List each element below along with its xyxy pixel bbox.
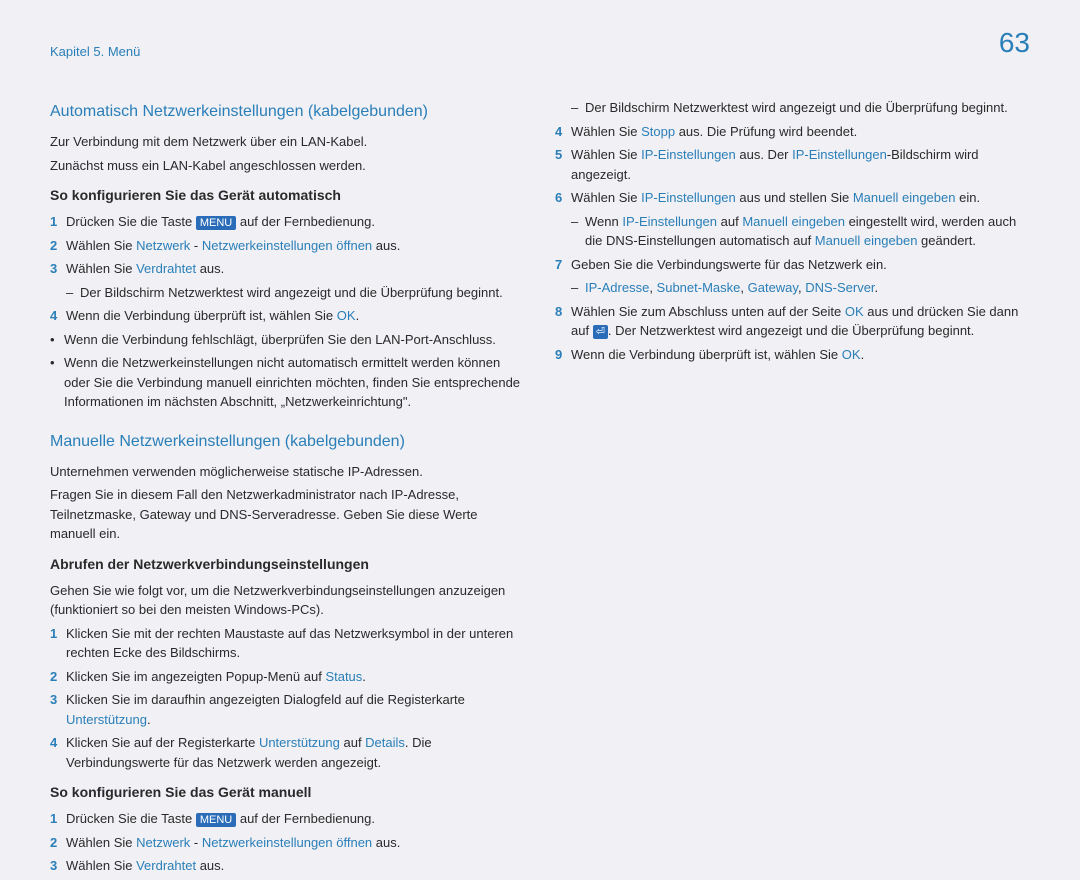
right-column: – Der Bildschirm Netzwerktest wird angez… — [555, 98, 1030, 880]
step-text: Klicken Sie auf der Registerkarte Unters… — [66, 733, 525, 772]
step-number: 2 — [50, 833, 66, 853]
step-number: 9 — [555, 345, 571, 365]
list-item: 2 Klicken Sie im angezeigten Popup-Menü … — [50, 667, 525, 687]
list-item: 3 Wählen Sie Verdrahtet aus. — [50, 856, 525, 876]
list-item: 2 Wählen Sie Netzwerk - Netzwerkeinstell… — [50, 236, 525, 256]
step-number: 3 — [50, 259, 66, 279]
section-title-manual: Manuelle Netzwerkeinstellungen (kabelgeb… — [50, 430, 525, 454]
page-header: Kapitel 5. Menü 63 — [0, 0, 1080, 78]
page-number: 63 — [999, 22, 1030, 64]
step-text: Wählen Sie Stopp aus. Die Prüfung wird b… — [571, 122, 1030, 142]
step-text: Drücken Sie die Taste MENU auf der Fernb… — [66, 809, 525, 829]
step-text: Klicken Sie im daraufhin angezeigten Dia… — [66, 690, 525, 729]
step-number: 6 — [555, 188, 571, 208]
step-text: Wählen Sie zum Abschluss unten auf der S… — [571, 302, 1030, 341]
dash-icon: – — [571, 278, 585, 298]
list-item: 1 Drücken Sie die Taste MENU auf der Fer… — [50, 809, 525, 829]
step-text: Wählen Sie Verdrahtet aus. — [66, 856, 525, 876]
sub-item: – IP-Adresse, Subnet-Maske, Gateway, DNS… — [555, 278, 1030, 298]
menu-badge: MENU — [196, 813, 236, 827]
step-text: Drücken Sie die Taste MENU auf der Fernb… — [66, 212, 525, 232]
dash-icon: – — [571, 98, 585, 118]
dash-icon: – — [571, 212, 585, 251]
list-item: 8 Wählen Sie zum Abschluss unten auf der… — [555, 302, 1030, 341]
body-text: Gehen Sie wie folgt vor, um die Netzwerk… — [50, 581, 525, 620]
enter-icon: ⏎ — [593, 325, 608, 339]
ordered-list: – Der Bildschirm Netzwerktest wird angez… — [555, 98, 1030, 364]
step-number: 1 — [50, 212, 66, 232]
step-text: Wählen Sie Verdrahtet aus. — [66, 259, 525, 279]
body-text: Zur Verbindung mit dem Netzwerk über ein… — [50, 132, 525, 152]
step-text: Wählen Sie IP-Einstellungen aus. Der IP-… — [571, 145, 1030, 184]
bullet-icon: • — [50, 353, 64, 412]
list-item: 4 Wenn die Verbindung überprüft ist, wäh… — [50, 306, 525, 326]
step-text: Wenn die Verbindung überprüft ist, wähle… — [571, 345, 1030, 365]
step-text: Klicken Sie im angezeigten Popup-Menü au… — [66, 667, 525, 687]
step-text: Wenn die Verbindung überprüft ist, wähle… — [66, 306, 525, 326]
step-number: 2 — [50, 236, 66, 256]
bullet-icon: • — [50, 330, 64, 350]
step-number: 1 — [50, 624, 66, 663]
step-number: 8 — [555, 302, 571, 341]
list-item: 9 Wenn die Verbindung überprüft ist, wäh… — [555, 345, 1030, 365]
sub-text: Wenn IP-Einstellungen auf Manuell eingeb… — [585, 212, 1030, 251]
step-number: 7 — [555, 255, 571, 275]
menu-badge: MENU — [196, 216, 236, 230]
list-item: 3 Klicken Sie im daraufhin angezeigten D… — [50, 690, 525, 729]
ordered-list: 1 Drücken Sie die Taste MENU auf der Fer… — [50, 809, 525, 876]
step-number: 4 — [50, 733, 66, 772]
bullet-text: Wenn die Netzwerkeinstellungen nicht aut… — [64, 353, 525, 412]
step-text: Wählen Sie Netzwerk - Netzwerkeinstellun… — [66, 833, 525, 853]
step-number: 2 — [50, 667, 66, 687]
step-number: 4 — [50, 306, 66, 326]
subsection-title: So konfigurieren Sie das Gerät automatis… — [50, 185, 525, 206]
list-item: 5 Wählen Sie IP-Einstellungen aus. Der I… — [555, 145, 1030, 184]
ordered-list: 1 Drücken Sie die Taste MENU auf der Fer… — [50, 212, 525, 412]
sub-item: – Der Bildschirm Netzwerktest wird angez… — [555, 98, 1030, 118]
body-text: Fragen Sie in diesem Fall den Netzwerkad… — [50, 485, 525, 544]
list-item: 4 Klicken Sie auf der Registerkarte Unte… — [50, 733, 525, 772]
sub-text: Der Bildschirm Netzwerktest wird angezei… — [585, 98, 1008, 118]
body-text: Zunächst muss ein LAN-Kabel angeschlosse… — [50, 156, 525, 176]
step-text: Wählen Sie Netzwerk - Netzwerkeinstellun… — [66, 236, 525, 256]
body-text: Unternehmen verwenden möglicherweise sta… — [50, 462, 525, 482]
bullet-item: • Wenn die Netzwerkeinstellungen nicht a… — [50, 353, 525, 412]
list-item: 6 Wählen Sie IP-Einstellungen aus und st… — [555, 188, 1030, 208]
step-number: 1 — [50, 809, 66, 829]
sub-item: – Der Bildschirm Netzwerktest wird angez… — [50, 283, 525, 303]
list-item: 4 Wählen Sie Stopp aus. Die Prüfung wird… — [555, 122, 1030, 142]
list-item: 2 Wählen Sie Netzwerk - Netzwerkeinstell… — [50, 833, 525, 853]
ordered-list: 1 Klicken Sie mit der rechten Maustaste … — [50, 624, 525, 773]
step-number: 3 — [50, 856, 66, 876]
sub-text: Der Bildschirm Netzwerktest wird angezei… — [80, 283, 503, 303]
sub-text: IP-Adresse, Subnet-Maske, Gateway, DNS-S… — [585, 278, 878, 298]
list-item: 1 Drücken Sie die Taste MENU auf der Fer… — [50, 212, 525, 232]
breadcrumb: Kapitel 5. Menü — [50, 22, 140, 62]
step-text: Klicken Sie mit der rechten Maustaste au… — [66, 624, 525, 663]
subsection-title: So konfigurieren Sie das Gerät manuell — [50, 782, 525, 803]
step-number: 4 — [555, 122, 571, 142]
section-title-auto: Automatisch Netzwerkeinstellungen (kabel… — [50, 100, 525, 124]
sub-item: – Wenn IP-Einstellungen auf Manuell eing… — [555, 212, 1030, 251]
bullet-item: • Wenn die Verbindung fehlschlägt, überp… — [50, 330, 525, 350]
list-item: 1 Klicken Sie mit der rechten Maustaste … — [50, 624, 525, 663]
step-text: Wählen Sie IP-Einstellungen aus und stel… — [571, 188, 1030, 208]
page-content: Automatisch Netzwerkeinstellungen (kabel… — [0, 78, 1080, 880]
step-number: 5 — [555, 145, 571, 184]
step-text: Geben Sie die Verbindungswerte für das N… — [571, 255, 1030, 275]
left-column: Automatisch Netzwerkeinstellungen (kabel… — [50, 98, 525, 880]
dash-icon: – — [66, 283, 80, 303]
step-number: 3 — [50, 690, 66, 729]
list-item: 3 Wählen Sie Verdrahtet aus. — [50, 259, 525, 279]
bullet-text: Wenn die Verbindung fehlschlägt, überprü… — [64, 330, 496, 350]
list-item: 7 Geben Sie die Verbindungswerte für das… — [555, 255, 1030, 275]
subsection-title: Abrufen der Netzwerkverbindungseinstellu… — [50, 554, 525, 575]
